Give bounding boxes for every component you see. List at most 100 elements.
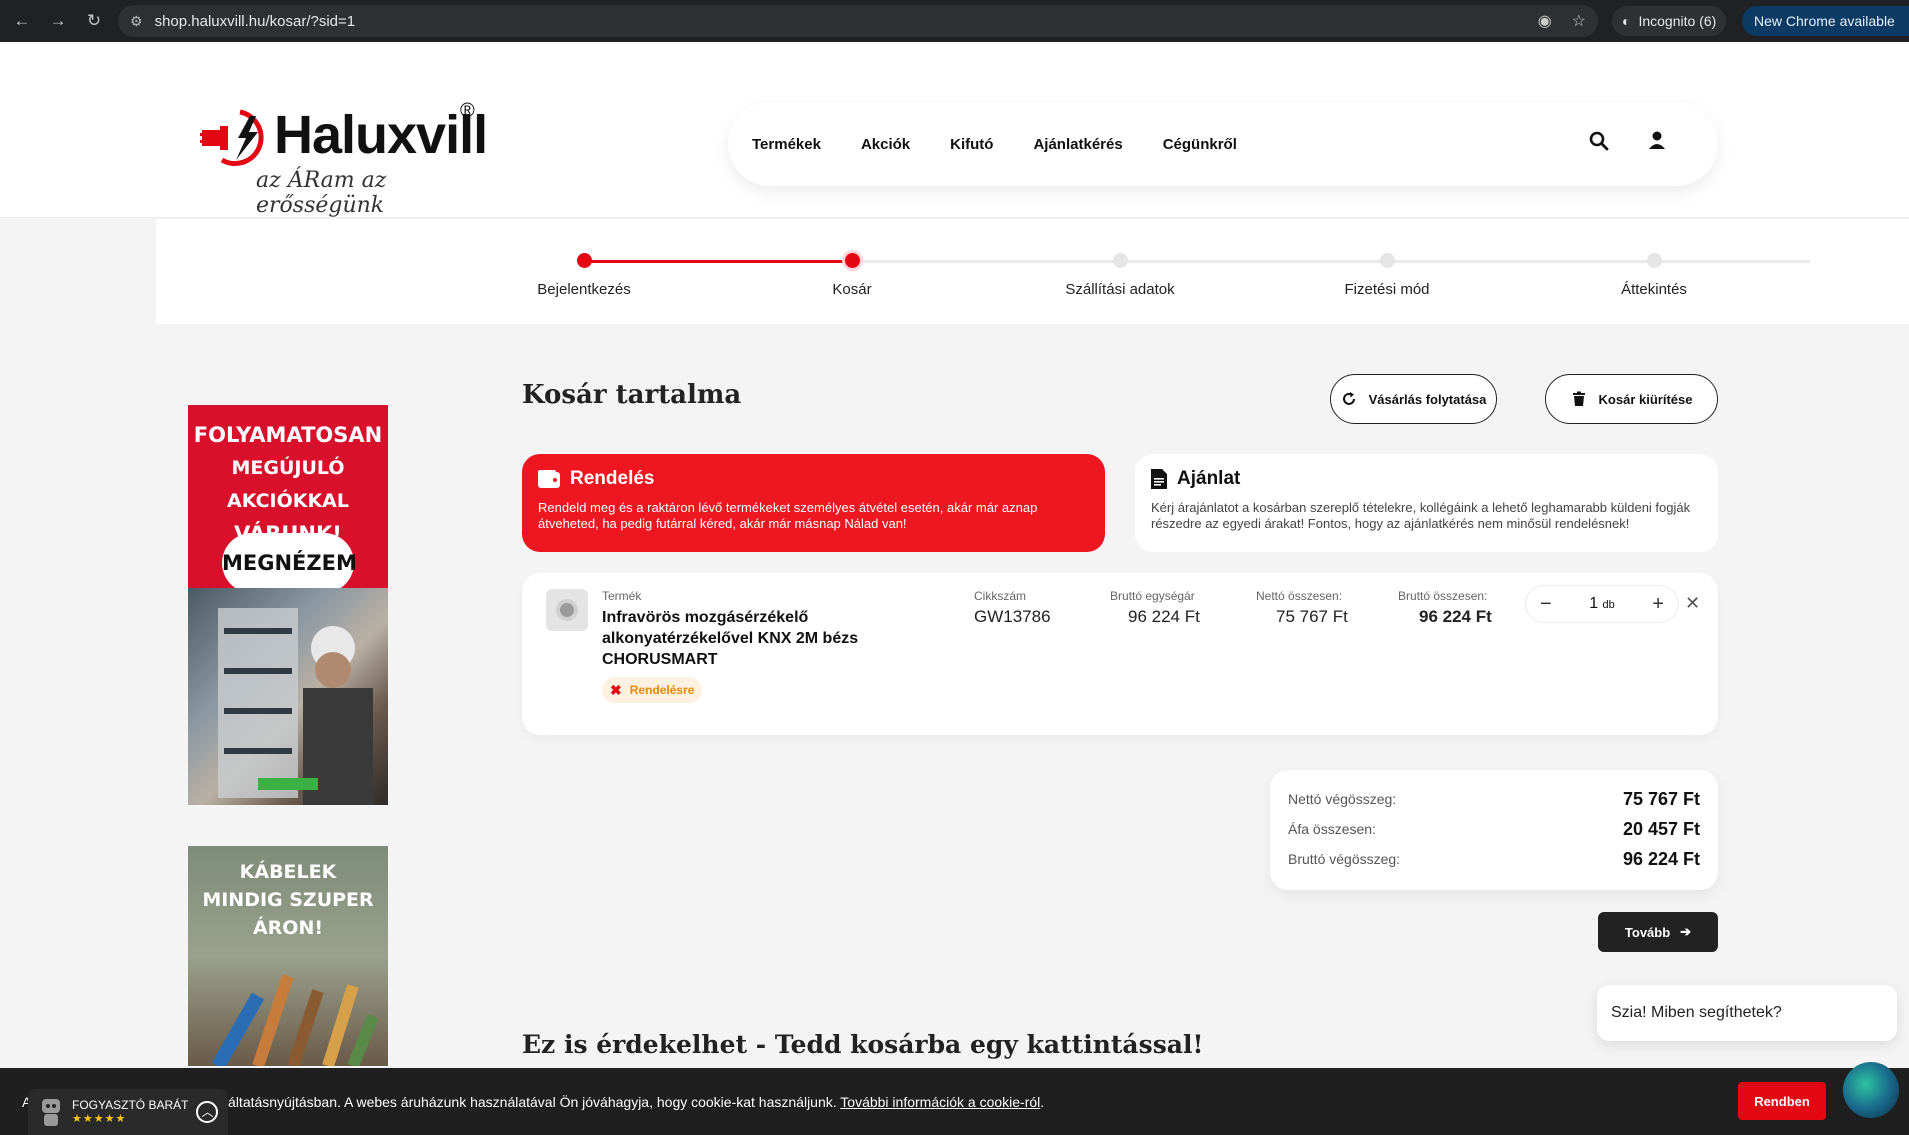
cables-image [211,974,378,1066]
gross-total-value: 96 224 Ft [1419,607,1492,626]
availability-label: Rendelésre [629,683,695,697]
plug-logo-icon [200,109,264,166]
order-card-title: Rendelés [570,468,655,489]
step-label: Kosár [832,281,872,298]
order-card-text: Rendeld meg és a raktáron lévő termékeke… [538,500,1038,531]
step-dot [1112,253,1128,268]
cross-icon: ✖ [610,681,622,698]
page-title: Kosár tartalma [522,380,742,410]
wallet-icon [538,470,560,488]
net-total-value: 75 767 Ft [1276,607,1348,626]
nav-item-akciok[interactable]: Akciók [861,136,910,153]
chevron-up-icon[interactable]: ︿ [196,1101,219,1123]
remove-item-button[interactable]: ✕ [1685,593,1700,614]
order-option-card[interactable]: Rendelés Rendeld meg és a raktáron lévő … [522,454,1105,552]
search-icon[interactable] [1588,130,1610,152]
checkout-steps: Bejelentkezés Kosár Szállítási adatok Fi… [156,219,1909,324]
increase-qty-button[interactable]: + [1652,593,1664,616]
registered-mark: ® [460,100,475,122]
product-thumbnail[interactable] [546,589,588,631]
offer-card-title: Ajánlat [1177,468,1241,489]
step-attekintes[interactable]: Áttekintés [1554,253,1754,298]
step-fizetesi-mod[interactable]: Fizetési mód [1287,253,1487,298]
net-total-column-label: Nettó összesen: [1256,589,1343,603]
step-szallitasi-adatok[interactable]: Szállítási adatok [1020,253,1220,298]
rating-stars: ★★★★★ [72,1113,127,1125]
robot-icon [42,1099,60,1126]
chat-launcher-icon[interactable] [1843,1062,1899,1118]
gross-total-column-label: Bruttó összesen: [1398,589,1488,603]
trash-icon [1572,391,1585,406]
step-kosar[interactable]: Kosár [752,253,952,298]
nav-item-termekek[interactable]: Termékek [752,136,821,153]
totals-value: 96 224 Ft [1622,848,1700,869]
incognito-icon: ◐ [1622,13,1631,29]
brand-name: Haluxvill [274,105,488,165]
eye-off-icon[interactable]: ◉ [1538,11,1552,31]
offer-option-card[interactable]: Ajánlat Kérj árajánlatot a kosárban szer… [1135,454,1718,552]
decrease-qty-button[interactable]: − [1540,593,1552,616]
continue-shopping-button[interactable]: Vásárlás folytatása [1330,374,1497,424]
nav-item-ajanlatkeres[interactable]: Ajánlatkérés [1033,136,1122,153]
banner-line: FOLYAMATOSAN [193,423,383,447]
product-name-link[interactable]: Infravörös mozgásérzékelő alkonyatérzéke… [602,607,902,670]
chat-greeting-bubble[interactable]: Szia! Miben segíthetek? [1597,985,1897,1041]
address-bar[interactable]: ⚙ shop.haluxvill.hu/kosar/?sid=1 ◉ ☆ [118,5,1598,37]
arrow-right-icon: ➔ [1680,924,1692,939]
banner-line: MEGÚJULÓ AKCIÓKKAL [227,457,349,512]
totals-row-vat: Áfa összesen: 20 457 Ft [1288,814,1700,844]
browser-toolbar: ← → ↻ ⚙ shop.haluxvill.hu/kosar/?sid=1 ◉… [0,0,1909,42]
step-bejelentkezes[interactable]: Bejelentkezés [484,253,684,298]
back-icon[interactable]: ← [10,11,34,31]
qty-number: 1 [1589,595,1599,612]
availability-badge: ✖ Rendelésre [602,677,703,703]
site-info-icon[interactable]: ⚙ [130,13,143,30]
totals-value: 20 457 Ft [1622,818,1700,839]
incognito-badge[interactable]: ◐ Incognito (6) [1612,6,1727,36]
step-dot [576,253,592,268]
new-chrome-button[interactable]: New Chrome available [1742,6,1909,36]
quantity-value[interactable]: 1 db [1589,595,1615,613]
sku-value: GW13786 [974,607,1051,626]
continue-shopping-label: Vásárlás folytatása [1368,391,1487,407]
nav-item-cegunkrol[interactable]: Cégünkről [1163,136,1237,153]
cookie-text-suffix: . [1040,1094,1045,1110]
url-text: shop.haluxvill.hu/kosar/?sid=1 [154,12,356,30]
brand-slogan: az ÁRam az erősségünk [256,168,387,218]
totals-value: 75 767 Ft [1622,788,1700,809]
cookie-info-link[interactable]: További információk a cookie-ról [840,1094,1040,1110]
step-dot [1646,253,1662,268]
totals-label: Nettó végösszeg: [1288,791,1397,807]
unit-price-column-label: Bruttó egységár [1110,589,1195,603]
totals-row-gross: Bruttó végösszeg: 96 224 Ft [1288,844,1700,874]
header-icons [1588,130,1668,152]
site-logo[interactable]: Haluxvill ® az ÁRam az erősségünk [200,100,520,218]
sku-column-label: Cikkszám [974,589,1027,603]
banner-cta-button[interactable]: MEGNÉZEM [222,533,357,593]
step-dot [844,253,860,268]
cookie-bar: Aolgáltatásnyújtásban. A webes áruházunk… [0,1068,1909,1135]
refresh-icon [1342,392,1355,405]
reload-icon[interactable]: ↻ [82,11,106,31]
star-icon[interactable]: ☆ [1572,11,1586,31]
product-column-label: Termék [602,589,642,603]
promo-banner-kabelek[interactable]: KÁBELEK MINDIG SZUPER ÁRON! [188,846,388,1066]
cookie-accept-button[interactable]: Rendben [1738,1082,1826,1120]
fogyaszto-barat-badge[interactable]: FOGYASZTÓ BARÁT ★★★★★ ︿ [28,1089,228,1135]
browser-nav: ← → ↻ [0,11,106,31]
empty-cart-button[interactable]: Kosár kiürítése [1545,374,1718,424]
nav-item-kifuto[interactable]: Kifutó [950,136,993,153]
banner-headline: FOLYAMATOSAN MEGÚJULÓ AKCIÓKKAL VÁRUNK! [188,419,388,551]
site-header: Haluxvill ® az ÁRam az erősségünk Termék… [0,42,1909,218]
empty-cart-label: Kosár kiürítése [1598,391,1693,407]
unit-price-value: 96 224 Ft [1128,607,1200,626]
step-label: Szállítási adatok [1065,281,1175,298]
next-button[interactable]: Tovább ➔ [1598,912,1718,952]
user-icon[interactable] [1646,130,1668,152]
electrician-photo [188,588,388,805]
forward-icon[interactable]: → [46,11,70,31]
main-nav: Termékek Akciók Kifutó Ajánlatkérés Cégü… [728,102,1718,186]
cart-item-row: Termék Infravörös mozgásérzékelő alkonya… [522,573,1718,735]
promo-banner-akciok[interactable]: FOLYAMATOSAN MEGÚJULÓ AKCIÓKKAL VÁRUNK! … [188,405,388,805]
order-totals: Nettó végösszeg: 75 767 Ft Áfa összesen:… [1270,770,1718,890]
